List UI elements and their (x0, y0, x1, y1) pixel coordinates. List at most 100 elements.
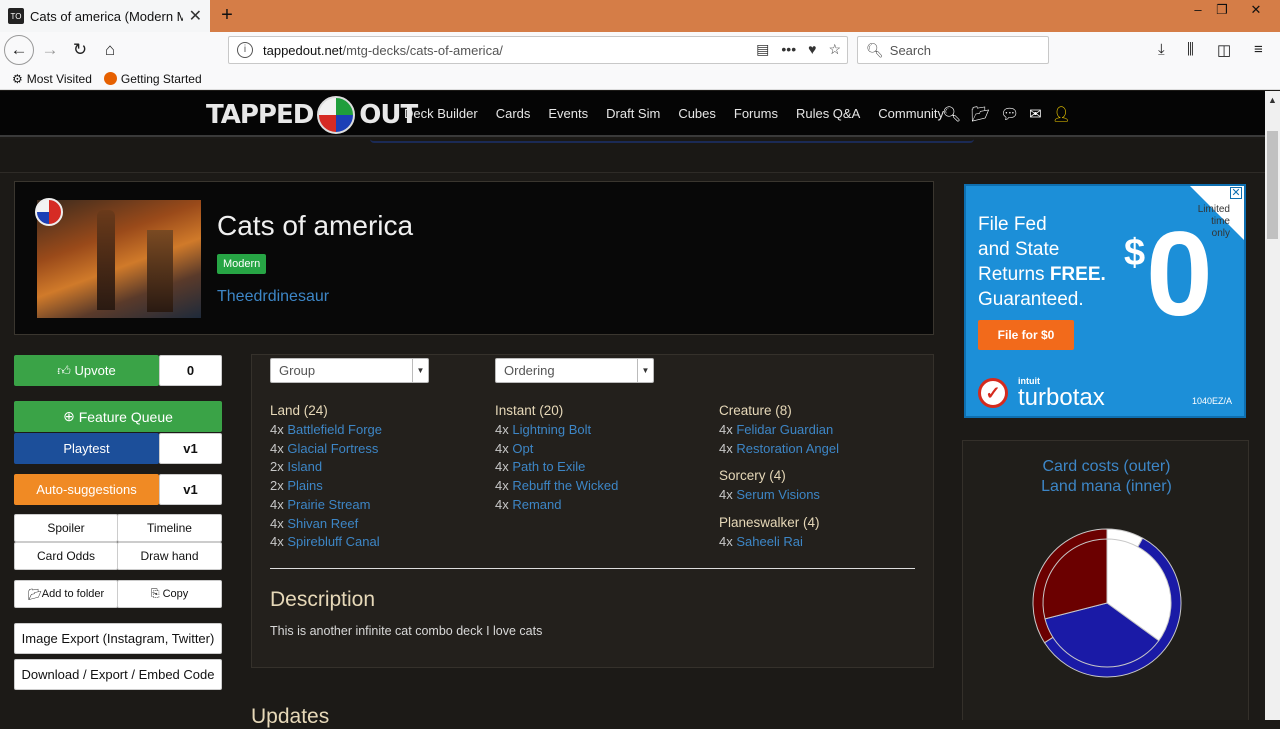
feature-queue-button[interactable]: ⊕ Feature Queue (14, 401, 222, 432)
download-export-button[interactable]: Download / Export / Embed Code (14, 659, 222, 690)
card-link[interactable]: Plains (287, 478, 322, 493)
card-qty: 4x (270, 496, 284, 512)
ad-headline-line: and State (978, 239, 1060, 260)
card-link[interactable]: Rebuff the Wicked (512, 478, 618, 493)
list-item: 4x Spirebluff Canal (270, 533, 382, 552)
bookmark-most-visited[interactable]: ⚙ Most Visited (12, 72, 92, 86)
bookmark-getting-started[interactable]: Getting Started (103, 72, 202, 86)
nav-cards[interactable]: Cards (496, 106, 531, 121)
pocket-icon[interactable]: ♥ (808, 41, 816, 58)
spoiler-button[interactable]: Spoiler (14, 514, 118, 542)
description-heading: Description (270, 588, 376, 611)
card-link[interactable]: Restoration Angel (736, 441, 839, 456)
tappedout-logo[interactable]: TAPPED OUT (206, 95, 418, 135)
scroll-thumb[interactable] (1267, 131, 1278, 239)
url-bar[interactable]: i tappedout.net/mtg-decks/cats-of-americ… (228, 36, 848, 64)
group-header: Planeswalker (4) (719, 515, 820, 531)
ad-close-icon[interactable]: ✕ (1230, 187, 1242, 199)
site-info-icon[interactable]: i (237, 42, 253, 58)
ad-dollar: $ (1124, 232, 1146, 274)
card-link[interactable]: Remand (512, 497, 561, 512)
art-tower (97, 210, 115, 310)
plus-circle-icon: ⊕ (63, 408, 79, 424)
chat-icon[interactable]: 💬︎ (1000, 105, 1019, 123)
copy-label: Copy (162, 588, 189, 600)
nav-draft-sim[interactable]: Draft Sim (606, 106, 660, 121)
divider (270, 568, 915, 569)
mail-icon[interactable]: ✉ (1029, 105, 1042, 123)
back-icon[interactable]: ← (4, 35, 34, 65)
format-badge[interactable]: Modern (217, 254, 267, 274)
site-icons: 🔍︎ 📂︎ 💬︎ ✉ 👤︎ (942, 105, 1071, 123)
card-link[interactable]: Battlefield Forge (287, 422, 382, 437)
ordering-select[interactable]: Ordering ▼ (495, 358, 654, 383)
sidebar-icon[interactable]: ◫ (1217, 41, 1231, 59)
checkmark-icon: ✓ (978, 378, 1008, 408)
card-link[interactable]: Shivan Reef (287, 516, 358, 531)
nav-cubes[interactable]: Cubes (678, 106, 716, 121)
list-item: 4x Felidar Guardian (719, 421, 839, 440)
bookmark-star-icon[interactable]: ☆ (828, 41, 841, 58)
draw-hand-button[interactable]: Draw hand (117, 542, 222, 570)
card-link[interactable]: Spirebluff Canal (287, 534, 379, 549)
auto-suggestions-version[interactable]: v1 (159, 474, 222, 505)
reload-icon[interactable]: ↻ (66, 37, 94, 63)
card-qty: 4x (270, 534, 284, 550)
add-to-folder-button[interactable]: 📂︎ Add to folder (14, 580, 118, 608)
card-link[interactable]: Island (287, 459, 322, 474)
nav-rules-qa[interactable]: Rules Q&A (796, 106, 860, 121)
deck-author-link[interactable]: Theedrdinesaur (217, 288, 329, 306)
home-icon[interactable]: ⌂ (96, 37, 124, 63)
group-select[interactable]: Group ▼ (270, 358, 429, 383)
copy-button[interactable]: ⎘ Copy (117, 580, 222, 608)
menu-icon[interactable]: ≡ (1254, 41, 1263, 58)
page-actions-icon[interactable]: ••• (781, 41, 796, 58)
card-qty: 4x (270, 515, 284, 531)
card-link[interactable]: Glacial Fortress (287, 441, 378, 456)
upvote-button[interactable]: 👍︎ Upvote (14, 355, 159, 386)
card-odds-button[interactable]: Card Odds (14, 542, 118, 570)
browser-tab[interactable]: TO Cats of america (Modern MTG ✕ (0, 0, 210, 32)
playtest-version[interactable]: v1 (159, 433, 222, 464)
nav-forums[interactable]: Forums (734, 106, 778, 121)
close-window-icon[interactable]: ✕ (1240, 0, 1272, 24)
library-icon[interactable]: ⫼ (1187, 41, 1194, 58)
bookmark-label: Most Visited (26, 71, 92, 86)
card-link[interactable]: Lightning Bolt (512, 422, 591, 437)
image-export-button[interactable]: Image Export (Instagram, Twitter) (14, 623, 222, 654)
close-tab-icon[interactable]: ✕ (189, 6, 202, 26)
search-input[interactable]: 🔍︎ Search (857, 36, 1049, 64)
group-land: Land (24) 4x Battlefield Forge 4x Glacia… (270, 403, 382, 552)
ad-file-button[interactable]: File for $0 (978, 320, 1074, 350)
turbotax-ad[interactable]: Limited time only ✕ File Fed and State R… (964, 184, 1246, 418)
browser-nav-bar: ← → ↻ ⌂ i tappedout.net/mtg-decks/cats-o… (0, 32, 1280, 68)
restore-icon[interactable]: ❐ (1206, 0, 1238, 24)
search-icon[interactable]: 🔍︎ (942, 105, 961, 123)
scroll-up-icon[interactable]: ▲ (1265, 91, 1280, 109)
page-scrollbar[interactable]: ▲ (1265, 91, 1280, 720)
card-link[interactable]: Prairie Stream (287, 497, 370, 512)
timeline-button[interactable]: Timeline (117, 514, 222, 542)
description-text: This is another infinite cat combo deck … (270, 624, 543, 638)
card-qty: 4x (719, 487, 733, 503)
nav-deck-builder[interactable]: Deck Builder (404, 106, 478, 121)
site-nav: Deck Builder Cards Events Draft Sim Cube… (404, 106, 944, 121)
downloads-icon[interactable]: ⤓ (1158, 41, 1165, 58)
nav-community[interactable]: Community (878, 106, 944, 121)
reader-view-icon[interactable]: ▤ (756, 41, 769, 58)
card-qty: 4x (270, 440, 284, 456)
forward-icon[interactable]: → (36, 37, 64, 63)
card-link[interactable]: Serum Visions (736, 487, 820, 502)
card-link[interactable]: Opt (512, 441, 533, 456)
card-link[interactable]: Felidar Guardian (736, 422, 833, 437)
user-icon[interactable]: 👤︎ (1052, 105, 1071, 123)
card-link[interactable]: Path to Exile (512, 459, 585, 474)
auto-suggestions-button[interactable]: Auto-suggestions (14, 474, 159, 505)
new-tab-icon[interactable]: + (216, 4, 238, 26)
group-header: Creature (8) (719, 403, 792, 418)
folder-icon[interactable]: 📂︎ (971, 105, 990, 123)
nav-events[interactable]: Events (548, 106, 588, 121)
playtest-button[interactable]: Playtest (14, 433, 159, 464)
card-link[interactable]: Saheeli Rai (736, 534, 803, 549)
ad-zero: 0 (1146, 207, 1213, 341)
